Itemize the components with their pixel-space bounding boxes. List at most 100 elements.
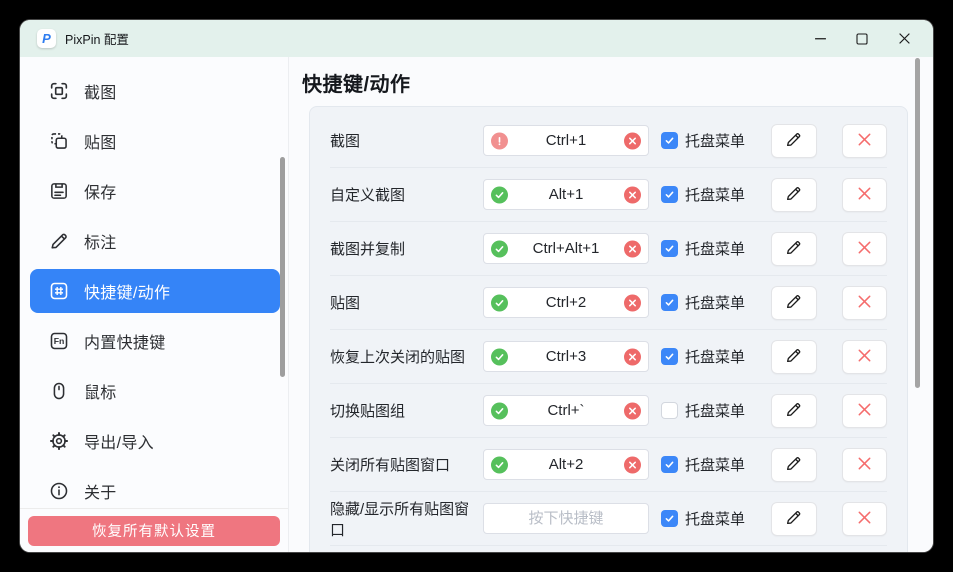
hotkey-input[interactable] <box>483 503 649 534</box>
app-body: 截图贴图保存标注快捷键/动作Fn内置快捷键鼠标导出/导入关于 恢复所有默认设置 … <box>20 57 933 552</box>
action-label: 恢复上次关闭的贴图 <box>330 346 483 367</box>
sidebar-item-label: 内置快捷键 <box>84 329 166 353</box>
hotkey-row: 贴图托盘菜单 <box>330 276 887 330</box>
hotkey-valid-icon <box>491 186 508 203</box>
tray-menu-checkbox[interactable] <box>661 510 678 527</box>
pencil-icon <box>784 184 803 206</box>
tray-menu-label: 托盘菜单 <box>685 184 747 205</box>
gear-icon <box>48 430 70 452</box>
pencil-icon <box>784 346 803 368</box>
svg-text:Fn: Fn <box>54 336 65 346</box>
main-scrollbar[interactable] <box>915 58 920 388</box>
main-panel: 快捷键/动作 截图托盘菜单自定义截图托盘菜单截图并复制托盘菜单贴图托盘菜单恢复上… <box>288 57 933 552</box>
tray-menu-checkbox[interactable] <box>661 294 678 311</box>
delete-hotkey-button[interactable] <box>842 286 888 320</box>
delete-hotkey-button[interactable] <box>842 394 888 428</box>
edit-hotkey-button[interactable] <box>771 178 817 212</box>
delete-hotkey-button[interactable] <box>842 232 888 266</box>
sidebar-scrollbar[interactable] <box>280 157 285 377</box>
delete-x-icon <box>856 293 873 313</box>
sidebar-item-label: 保存 <box>84 179 117 203</box>
save-icon <box>48 180 70 202</box>
hotkey-input-wrap <box>483 449 649 480</box>
action-label: 隐藏/显示所有贴图窗口 <box>330 498 483 540</box>
clear-hotkey-icon[interactable] <box>624 240 641 257</box>
sidebar-item-label: 快捷键/动作 <box>84 279 170 303</box>
action-label: 关闭所有贴图窗口 <box>330 454 483 475</box>
logo-letter: P <box>42 32 51 45</box>
hotkey-input-wrap <box>483 233 649 264</box>
sidebar-item-mouse[interactable]: 鼠标 <box>30 369 280 413</box>
delete-x-icon <box>856 131 873 151</box>
clear-hotkey-icon[interactable] <box>624 132 641 149</box>
delete-hotkey-button[interactable] <box>842 502 888 536</box>
pixpin-logo-icon: P <box>37 29 56 48</box>
sidebar-item-builtin-hotkeys[interactable]: Fn 内置快捷键 <box>30 319 280 363</box>
sidebar: 截图贴图保存标注快捷键/动作 Fn 内置快捷键鼠标导出/导入关于 恢复所有默认设置 <box>20 57 288 552</box>
sidebar-item-about[interactable]: 关于 <box>30 469 280 508</box>
delete-hotkey-button[interactable] <box>842 124 888 158</box>
edit-hotkey-button[interactable] <box>771 394 817 428</box>
edit-hotkey-button[interactable] <box>771 502 817 536</box>
edit-hotkey-button[interactable] <box>771 448 817 482</box>
hotkey-row: 截图 托盘菜单 <box>330 114 887 168</box>
tray-menu-checkbox[interactable] <box>661 186 678 203</box>
hotkey-valid-icon <box>491 456 508 473</box>
delete-hotkey-button[interactable] <box>842 340 888 374</box>
minimize-button[interactable] <box>799 23 841 54</box>
restore-defaults-button[interactable]: 恢复所有默认设置 <box>28 516 280 546</box>
sidebar-item-screenshot[interactable]: 截图 <box>30 69 280 113</box>
sidebar-item-label: 截图 <box>84 79 117 103</box>
clear-hotkey-icon[interactable] <box>624 186 641 203</box>
clear-hotkey-icon[interactable] <box>624 348 641 365</box>
edit-hotkey-button[interactable] <box>771 286 817 320</box>
delete-hotkey-button[interactable] <box>842 178 888 212</box>
edit-hotkey-button[interactable] <box>771 124 817 158</box>
tray-menu-checkbox[interactable] <box>661 348 678 365</box>
page-title: 快捷键/动作 <box>302 68 411 97</box>
clear-hotkey-icon[interactable] <box>624 294 641 311</box>
sidebar-item-label: 鼠标 <box>84 379 117 403</box>
sidebar-item-export-import[interactable]: 导出/导入 <box>30 419 280 463</box>
titlebar[interactable]: P PixPin 配置 <box>20 20 933 57</box>
delete-x-icon <box>856 401 873 421</box>
hotkey-input-wrap <box>483 179 649 210</box>
sidebar-footer: 恢复所有默认设置 <box>20 508 288 552</box>
hotkey-valid-icon <box>491 240 508 257</box>
tray-menu-label: 托盘菜单 <box>685 130 747 151</box>
sidebar-item-label: 贴图 <box>84 129 117 153</box>
hotkey-input-wrap <box>483 503 649 534</box>
tray-menu-label: 托盘菜单 <box>685 400 747 421</box>
action-label: 截图 <box>330 130 483 151</box>
hotkey-row: 关闭所有贴图窗口托盘菜单 <box>330 438 887 492</box>
info-icon <box>48 480 70 502</box>
sidebar-item-hotkeys[interactable]: 快捷键/动作 <box>30 269 280 313</box>
clear-hotkey-icon[interactable] <box>624 402 641 419</box>
action-label: 切换贴图组 <box>330 400 483 421</box>
sidebar-item-save[interactable]: 保存 <box>30 169 280 213</box>
tray-menu-checkbox[interactable] <box>661 240 678 257</box>
sidebar-item-annotate[interactable]: 标注 <box>30 219 280 263</box>
clear-hotkey-icon[interactable] <box>624 456 641 473</box>
maximize-button[interactable] <box>841 23 883 54</box>
hotkey-input-wrap <box>483 341 649 372</box>
pin-image-icon <box>48 130 70 152</box>
close-button[interactable] <box>883 23 925 54</box>
edit-hotkey-button[interactable] <box>771 232 817 266</box>
window-title: PixPin 配置 <box>65 29 129 48</box>
pencil-icon <box>784 508 803 530</box>
tray-menu-label: 托盘菜单 <box>685 238 747 259</box>
edit-hotkey-button[interactable] <box>771 340 817 374</box>
desktop-background: P PixPin 配置 截图贴图保存标注快捷键/动作Fn内置快捷键鼠标导出/导入… <box>0 0 953 572</box>
action-label: 贴图 <box>330 292 483 313</box>
delete-hotkey-button[interactable] <box>842 448 888 482</box>
sidebar-item-pin-image[interactable]: 贴图 <box>30 119 280 163</box>
action-label: 截图并复制 <box>330 238 483 259</box>
tray-menu-checkbox[interactable] <box>661 402 678 419</box>
tray-menu-checkbox[interactable] <box>661 132 678 149</box>
hotkey-row: 自定义截图托盘菜单 <box>330 168 887 222</box>
tray-menu-checkbox[interactable] <box>661 456 678 473</box>
mouse-icon <box>48 380 70 402</box>
delete-x-icon <box>856 455 873 475</box>
hotkey-row: 切换贴图组 托盘菜单 <box>330 384 887 438</box>
